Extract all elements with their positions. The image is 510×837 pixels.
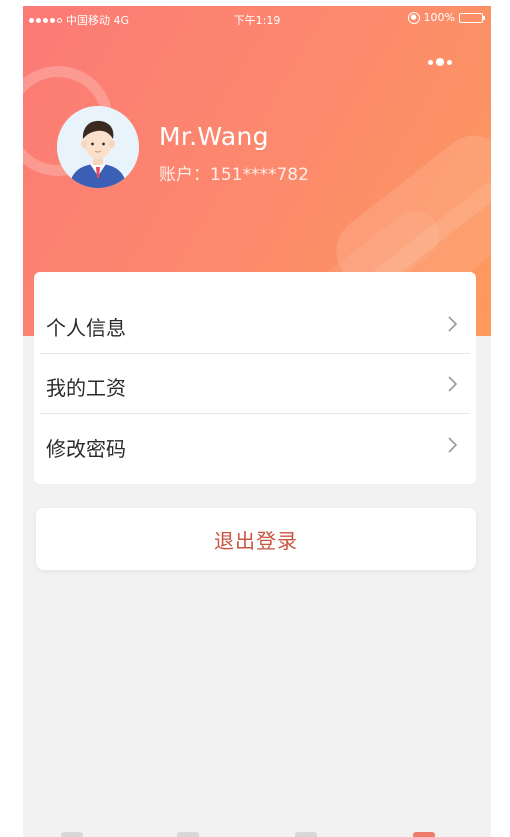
orientation-lock-icon: ●: [407, 11, 420, 24]
tab-icon[interactable]: [61, 832, 83, 837]
menu-item-label: 修改密码: [46, 437, 126, 461]
status-battery: ● 100%: [407, 11, 485, 24]
menu-item-label: 我的工资: [46, 376, 126, 400]
menu-item-change-password[interactable]: 修改密码: [34, 415, 476, 475]
divider: [40, 413, 470, 414]
chevron-right-icon: [448, 316, 458, 332]
account-number: 账户：151****782: [159, 165, 309, 185]
user-name: Mr.Wang: [159, 122, 269, 151]
avatar-person-icon: [57, 106, 139, 188]
status-bar: 中国移动 4G 下午1:19 ● 100%: [23, 6, 491, 32]
menu-item-label: 个人信息: [46, 316, 126, 340]
menu-card: 个人信息 我的工资 修改密码: [34, 272, 476, 484]
chevron-right-icon: [448, 376, 458, 392]
tab-icon[interactable]: [295, 832, 317, 837]
more-icon[interactable]: [423, 54, 457, 70]
menu-item-personal-info[interactable]: 个人信息: [34, 294, 476, 354]
tab-icon[interactable]: [177, 832, 199, 837]
tab-icon-active[interactable]: [413, 832, 435, 837]
battery-percent: 100%: [423, 11, 455, 24]
battery-icon: [459, 12, 485, 23]
tab-bar: [23, 830, 491, 837]
avatar[interactable]: [57, 106, 139, 188]
menu-item-my-salary[interactable]: 我的工资: [34, 354, 476, 414]
logout-button[interactable]: 退出登录: [36, 508, 476, 570]
chevron-right-icon: [448, 437, 458, 453]
app-screen: 中国移动 4G 下午1:19 ● 100% Mr.Wang 账户：151****…: [23, 6, 491, 837]
